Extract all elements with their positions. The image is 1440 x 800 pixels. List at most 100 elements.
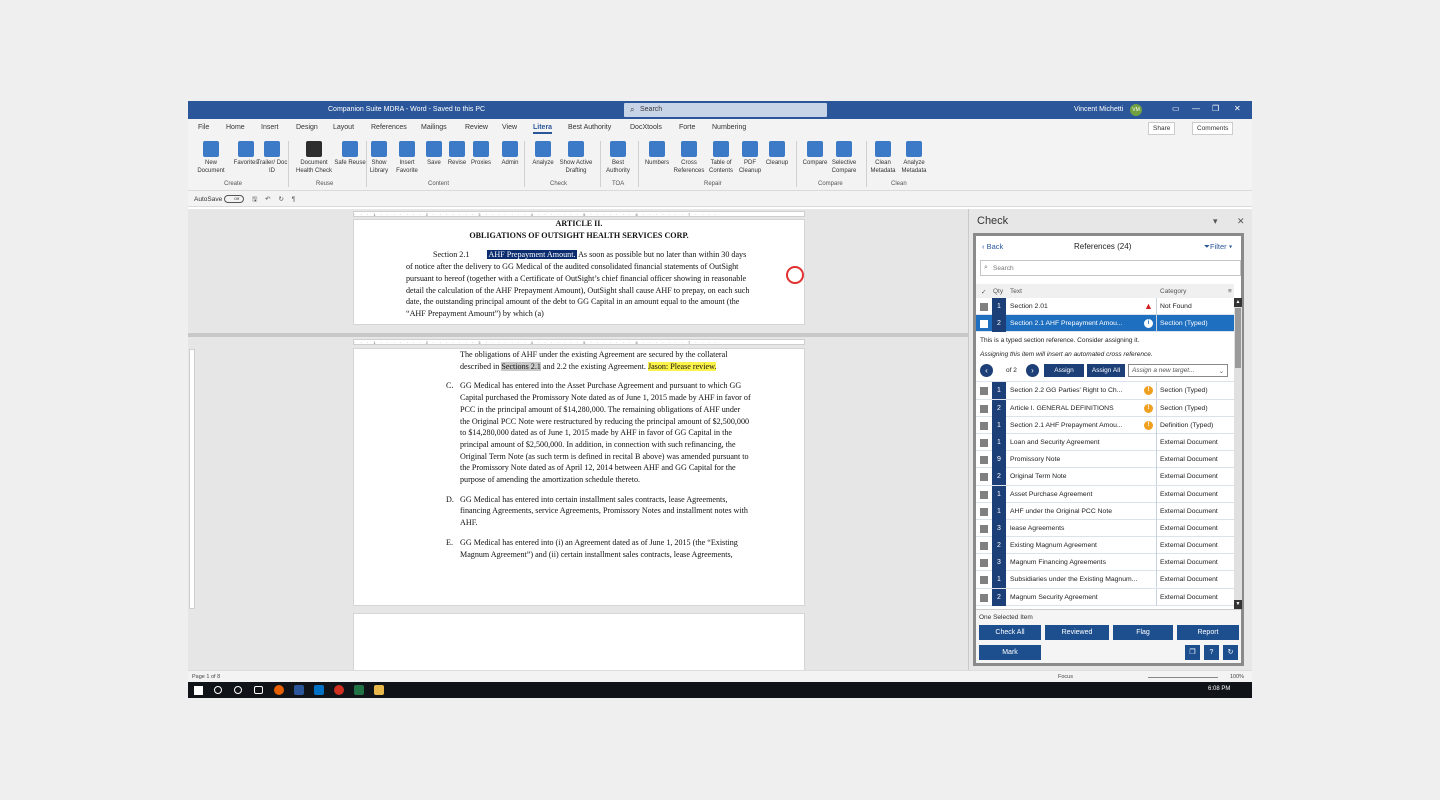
analyze-button[interactable]: Analyze (526, 141, 560, 167)
flag-button[interactable]: Flag (1113, 625, 1173, 640)
section-heading-highlight[interactable]: AHF Prepayment Amount. (487, 250, 577, 260)
scroll-thumb[interactable] (1235, 308, 1241, 368)
panel-options-icon[interactable]: ▾ (1213, 216, 1218, 227)
tab-references[interactable]: References (371, 124, 407, 131)
table-row[interactable]: 3 Magnum Financing Agreements External Doc… (976, 554, 1234, 572)
tab-layout[interactable]: Layout (333, 124, 354, 131)
tab-best-authority[interactable]: Best Authority (568, 124, 611, 131)
references-search-input[interactable]: ⌕ Search (980, 260, 1241, 276)
table-row[interactable]: 2 Magnum Security Agreement External Docum… (976, 588, 1234, 606)
row-checkbox[interactable] (980, 473, 988, 482)
show-active-drafting-button[interactable]: Show Active Drafting (556, 141, 596, 175)
sections-reference-field[interactable]: Sections 2.1 (501, 361, 541, 371)
share-button[interactable]: Share (1148, 122, 1176, 135)
table-row[interactable]: 2 Original Term Note External Document (976, 468, 1234, 486)
search-icon[interactable] (214, 686, 222, 694)
row-checkbox[interactable] (980, 456, 988, 465)
clean-metadata-button[interactable]: Clean Metadata (866, 141, 900, 175)
firefox-icon[interactable] (274, 685, 284, 695)
tab-file[interactable]: File (198, 124, 209, 131)
document-health-check-button[interactable]: Document Health Check (292, 141, 336, 175)
row-checkbox[interactable] (980, 576, 988, 585)
qty-column-header[interactable]: Qty (993, 288, 1003, 295)
tab-docxtools[interactable]: DocXtools (630, 124, 662, 131)
tab-home[interactable]: Home (226, 124, 245, 131)
admin-button[interactable]: Admin (493, 141, 527, 167)
table-row[interactable]: 1 AHF under the Original PCC Note External… (976, 502, 1234, 520)
scroll-down-icon[interactable]: ▼ (1234, 600, 1242, 609)
back-button[interactable]: ‹ Back (982, 242, 1003, 251)
split-pane-divider[interactable] (188, 333, 968, 337)
close-icon[interactable]: ✕ (1234, 104, 1241, 113)
paragraph-icon[interactable]: ¶ (292, 196, 296, 203)
numbers-button[interactable]: Numbers (640, 141, 674, 167)
report-button[interactable]: Report (1177, 625, 1239, 640)
tab-forte[interactable]: Forte (679, 124, 695, 131)
new-document-button[interactable]: New Document (194, 141, 228, 175)
maximize-icon[interactable]: ❐ (1212, 104, 1219, 113)
focus-mode-button[interactable]: Focus (1058, 674, 1073, 680)
assign-target-dropdown[interactable]: Assign a new target... ⌄ (1128, 364, 1228, 378)
page-indicator[interactable]: Page 1 of 8 (192, 674, 220, 680)
taskbar-clock[interactable]: 6:08 PM (1208, 686, 1230, 692)
row-checkbox[interactable] (980, 542, 988, 551)
tab-review[interactable]: Review (465, 124, 488, 131)
table-row[interactable]: 1 Section 2.1 AHF Prepayment Amou...! Defi… (976, 416, 1234, 434)
file-explorer-icon[interactable] (374, 685, 384, 695)
row-checkbox[interactable] (980, 438, 988, 447)
comments-button[interactable]: Comments (1192, 122, 1234, 135)
help-icon[interactable]: ? (1204, 645, 1219, 660)
table-row[interactable]: 2 Article I. GENERAL DEFINITIONS! Section … (976, 399, 1234, 417)
document-page-next[interactable] (353, 613, 805, 673)
text-column-header[interactable]: Text (1010, 288, 1022, 295)
category-column-header[interactable]: Category (1160, 288, 1186, 295)
avatar[interactable]: VM (1130, 104, 1142, 116)
analyze-metadata-button[interactable]: Analyze Metadata (897, 141, 931, 175)
row-checkbox[interactable] (980, 507, 988, 516)
ribbon-display-icon[interactable]: ▭ (1172, 104, 1180, 113)
table-row-selected[interactable]: 2 Section 2.1 AHF Prepayment Amou... i S… (976, 315, 1234, 333)
tab-litera[interactable]: Litera (533, 124, 553, 134)
row-checkbox[interactable] (980, 404, 988, 413)
document-page-middle[interactable]: The obligations of AHF under the existin… (353, 348, 805, 606)
table-row[interactable]: 2 Existing Magnum Agreement External Docum… (976, 537, 1234, 555)
windows-start-icon[interactable] (194, 686, 203, 695)
cleanup-button[interactable]: Cleanup (760, 141, 794, 167)
autosave-toggle[interactable]: Off (224, 195, 244, 204)
user-name[interactable]: Vincent Michetti (1074, 106, 1123, 113)
word-taskbar-icon[interactable] (294, 685, 304, 695)
redo-icon[interactable]: ↻ (278, 195, 283, 203)
row-checkbox[interactable] (980, 303, 988, 311)
tab-insert[interactable]: Insert (261, 124, 279, 131)
cortana-icon[interactable] (234, 686, 242, 694)
row-checkbox[interactable] (980, 524, 988, 533)
excel-icon[interactable] (354, 685, 364, 695)
horizontal-ruler-lower[interactable]: · · · 1 · · · · · · · 2 · · · · · · · 3 … (353, 339, 805, 345)
zoom-slider[interactable] (1148, 677, 1218, 678)
assign-button[interactable]: Assign (1044, 364, 1084, 378)
tab-design[interactable]: Design (296, 124, 318, 131)
cross-references-button[interactable]: Cross References (672, 141, 706, 175)
undo-icon[interactable]: ↶ (265, 195, 270, 203)
panel-close-icon[interactable]: ✕ (1237, 216, 1245, 227)
save-icon[interactable]: 🖫 (252, 195, 258, 206)
table-row[interactable]: 9 Promissory Note External Document (976, 451, 1234, 469)
comments-icon[interactable]: ❐ (1185, 645, 1200, 660)
scroll-up-icon[interactable]: ▲ (1234, 298, 1242, 307)
row-checkbox[interactable] (980, 559, 988, 568)
row-checkbox[interactable] (980, 421, 988, 430)
table-row[interactable]: 1 Section 2.2 GG Parties' Right to Ch...!… (976, 382, 1234, 400)
task-view-icon[interactable] (254, 686, 263, 694)
refresh-icon[interactable]: ↻ (1223, 645, 1238, 660)
row-checkbox[interactable] (980, 490, 988, 499)
next-icon[interactable]: › (1026, 364, 1039, 378)
selective-compare-button[interactable]: Selective Compare (827, 141, 861, 175)
pdf-icon[interactable] (334, 685, 344, 695)
column-menu-icon[interactable]: ≡ (1228, 288, 1232, 295)
trailer-doc-id-button[interactable]: Trailer/ Doc ID (255, 141, 289, 175)
references-scrollbar[interactable]: ▲ ▼ (1234, 298, 1242, 609)
previous-icon[interactable]: ‹ (980, 364, 993, 378)
assign-all-button[interactable]: Assign All (1087, 364, 1125, 378)
table-row[interactable]: 3 lease Agreements External Document (976, 519, 1234, 538)
row-checkbox[interactable] (980, 320, 988, 329)
